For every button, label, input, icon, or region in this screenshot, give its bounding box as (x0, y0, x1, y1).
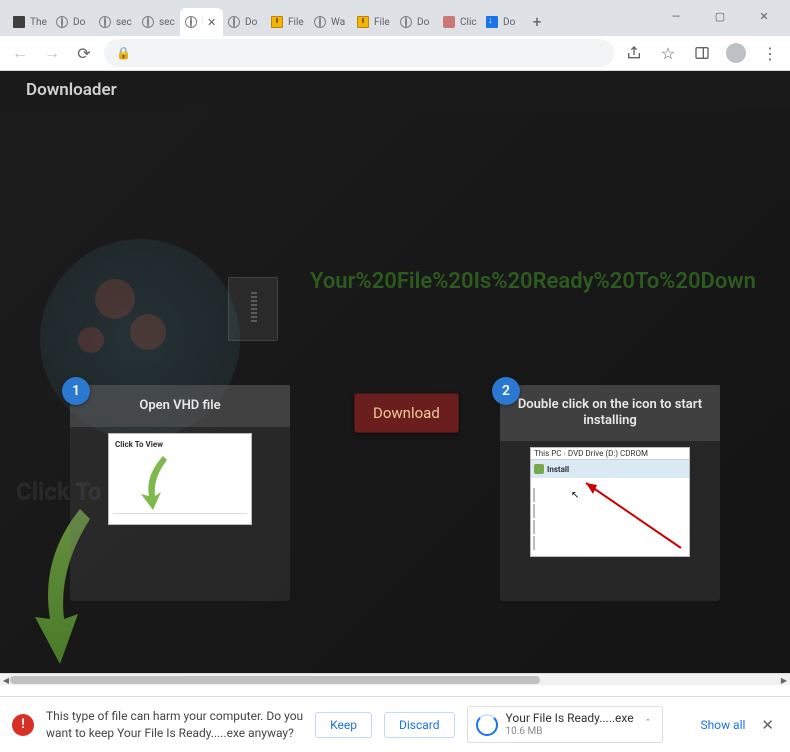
download-filename: Your File Is Ready.....exe (506, 711, 634, 726)
tab-label: The (30, 17, 47, 28)
tab-label: Do (417, 17, 434, 28)
download-icon (486, 16, 498, 28)
tab-5[interactable]: Do (223, 8, 266, 36)
side-panel-icon[interactable] (690, 41, 714, 65)
browser-toolbar: ← → ⟳ 🔒 ☆ ⋮ (0, 36, 790, 71)
mini-arrow-icon (135, 452, 175, 512)
maximize-button[interactable]: ▢ (706, 6, 734, 26)
step-card-2: 2 Double click on the icon to start inst… (500, 385, 720, 601)
new-tab-button[interactable]: + (524, 8, 550, 34)
download-menu-chevron-icon[interactable]: ˆ (642, 719, 655, 730)
tab-1[interactable]: Do (51, 8, 94, 36)
lock-file-icon (357, 16, 369, 28)
step-screenshot-1: Click To View (108, 433, 252, 525)
tab-label: sec (159, 17, 176, 28)
close-window-button[interactable]: ✕ (750, 6, 778, 26)
globe-icon (99, 16, 111, 28)
tab-strip: The Do sec sec I✕ Do File Wa File Do Cli… (8, 8, 550, 36)
globe-icon (314, 16, 326, 28)
download-item[interactable]: Your File Is Ready.....exe 10.6 MB ˆ (467, 706, 664, 744)
watermark-dot (78, 327, 104, 353)
minimize-button[interactable]: — (662, 6, 690, 26)
tab-label: File (374, 17, 391, 28)
share-icon[interactable] (622, 41, 646, 65)
tab-0[interactable]: The (8, 8, 51, 36)
address-bar[interactable]: 🔒 (104, 39, 614, 67)
step-card-1: 1 Open VHD file Click To View (70, 385, 290, 601)
tab-close-icon[interactable]: ✕ (207, 16, 219, 28)
tab-label: Do (503, 17, 520, 28)
headline-text: Your%20File%20Is%20Ready%20To%20Down (310, 269, 790, 294)
window-controls: — ▢ ✕ (650, 0, 790, 32)
discard-button[interactable]: Discard (384, 712, 455, 738)
step-screenshot-2: This PC›DVD Drive (D:) CDROM Install ↖ (530, 447, 690, 557)
page-viewport: Downloader Your%20File%20Is%20Ready%20To… (0, 71, 790, 685)
list-stub-icon (533, 488, 535, 502)
download-shelf: ! This type of file can harm your comput… (0, 696, 790, 752)
list-stub-icon (533, 504, 535, 518)
list-stub-icon (533, 536, 535, 550)
warning-icon: ! (12, 714, 34, 736)
tab-7[interactable]: Wa (309, 8, 352, 36)
tab-label: Clic (460, 17, 477, 28)
ctv-mini-text: Click To View (115, 440, 163, 449)
scrollbar-thumb[interactable] (10, 676, 540, 684)
download-info: Your File Is Ready.....exe 10.6 MB (506, 711, 634, 739)
tab-11[interactable]: Do (481, 8, 524, 36)
tab-8[interactable]: File (352, 8, 395, 36)
mini-footer (113, 513, 247, 522)
scroll-right-icon[interactable]: ▶ (778, 674, 790, 685)
bookmark-star-icon[interactable]: ☆ (656, 41, 680, 65)
download-button[interactable]: Download (354, 393, 459, 433)
globe-icon (400, 16, 412, 28)
lock-icon: 🔒 (116, 46, 131, 60)
globe-icon (185, 16, 197, 28)
zip-file-icon (228, 277, 278, 341)
tab-9[interactable]: Do (395, 8, 438, 36)
page-title: Downloader (26, 80, 117, 100)
tab-label: File (288, 17, 305, 28)
warning-message: This type of file can harm your computer… (46, 708, 303, 740)
globe-icon (228, 16, 240, 28)
tab-10[interactable]: Clic (438, 8, 481, 36)
back-button[interactable]: ← (8, 41, 32, 65)
reload-button[interactable]: ⟳ (72, 41, 96, 65)
tab-label: Do (245, 17, 262, 28)
profile-avatar-icon[interactable] (724, 41, 748, 65)
forward-button[interactable]: → (40, 41, 64, 65)
tab-label: Wa (331, 17, 348, 28)
page-header: Downloader (0, 71, 790, 109)
list-stub-icon (533, 520, 535, 534)
tab-2[interactable]: sec (94, 8, 137, 36)
download-progress-icon (476, 714, 498, 736)
site-icon (443, 16, 455, 28)
horizontal-scrollbar[interactable]: ◀ ▶ (0, 673, 790, 685)
step-badge-1: 1 (62, 377, 90, 405)
step-title-2: Double click on the icon to start instal… (500, 385, 720, 441)
tab-3[interactable]: sec (137, 8, 180, 36)
tab-label: sec (116, 17, 133, 28)
globe-icon (56, 16, 68, 28)
watermark-dot (130, 314, 166, 350)
warning-line-1: This type of file can harm your computer… (46, 709, 303, 723)
printer-icon (13, 16, 25, 28)
show-all-button[interactable]: Show all (700, 718, 745, 732)
red-arrow-icon (531, 448, 690, 557)
tab-6[interactable]: File (266, 8, 309, 36)
watermark-dot (95, 279, 135, 319)
menu-kebab-icon[interactable]: ⋮ (758, 41, 782, 65)
globe-icon (142, 16, 154, 28)
page-body: Your%20File%20Is%20Ready%20To%20Down Cli… (0, 109, 790, 685)
step-title-1: Open VHD file (70, 385, 290, 427)
tab-label: I (202, 17, 203, 28)
tab-label: Do (73, 17, 90, 28)
title-bar: The Do sec sec I✕ Do File Wa File Do Cli… (0, 0, 790, 36)
step-badge-2: 2 (492, 377, 520, 405)
download-size: 10.6 MB (506, 726, 634, 739)
shelf-close-icon[interactable]: ✕ (757, 712, 778, 738)
keep-button[interactable]: Keep (315, 712, 372, 738)
tab-4-active[interactable]: I✕ (180, 8, 223, 36)
lock-file-icon (271, 16, 283, 28)
warning-line-2: want to keep Your File Is Ready.....exe … (46, 726, 294, 740)
